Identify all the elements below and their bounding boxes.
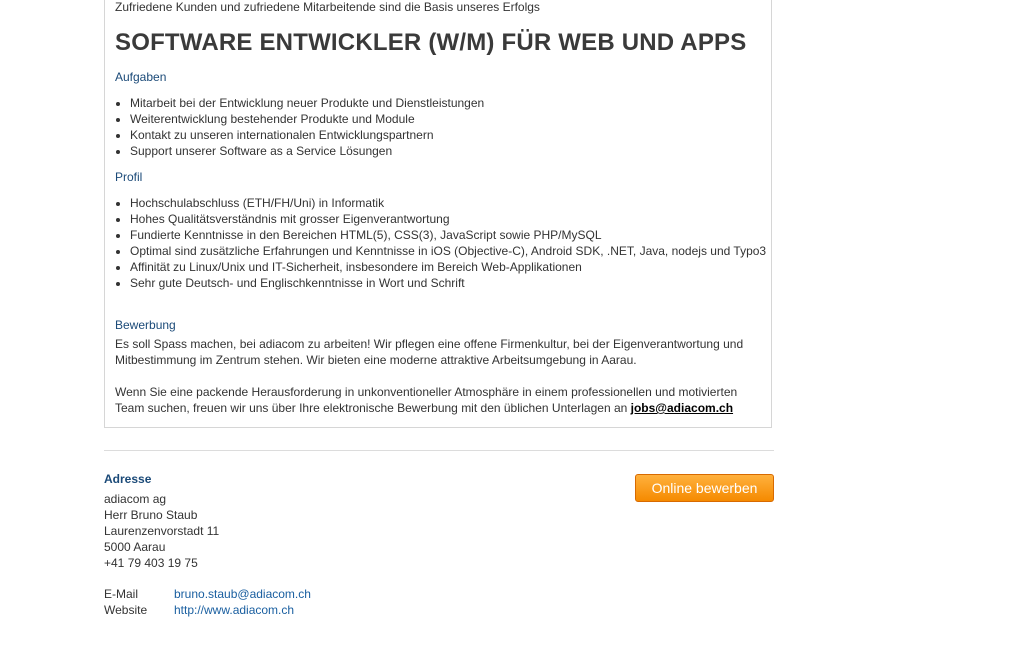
- contact-email-link[interactable]: bruno.staub@adiacom.ch: [174, 587, 311, 601]
- address-line: 5000 Aarau: [104, 540, 166, 554]
- address-line: adiacom ag: [104, 492, 167, 506]
- profile-list: Hochschulabschluss (ETH/FH/Uni) in Infor…: [115, 195, 770, 291]
- list-item: Support unserer Software as a Service Lö…: [130, 143, 770, 159]
- application-heading: Bewerbung: [115, 318, 176, 332]
- list-item: Kontakt zu unseren internationalen Entwi…: [130, 127, 770, 143]
- job-title: SOFTWARE ENTWICKLER (W/M) FÜR WEB UND AP…: [115, 29, 747, 56]
- website-label: Website: [104, 603, 148, 617]
- application-paragraph-2: Wenn Sie eine packende Herausforderung i…: [115, 384, 765, 416]
- list-item: Mitarbeit bei der Entwicklung neuer Prod…: [130, 95, 770, 111]
- application-paragraph-1: Es soll Spass machen, bei adiacom zu arb…: [115, 337, 744, 367]
- list-item: Sehr gute Deutsch- und Englischkenntniss…: [130, 275, 770, 291]
- list-item: Optimal sind zusätzliche Erfahrungen und…: [130, 243, 770, 259]
- list-item: Hochschulabschluss (ETH/FH/Uni) in Infor…: [130, 195, 770, 211]
- profile-heading: Profil: [115, 170, 143, 184]
- list-item: Affinität zu Linux/Unix und IT-Sicherhei…: [130, 259, 770, 275]
- address-phone: +41 79 403 19 75: [104, 556, 198, 570]
- address-line: Herr Bruno Staub: [104, 508, 198, 522]
- job-tagline: Zufriedene Kunden und zufriedene Mitarbe…: [115, 0, 540, 14]
- divider: [104, 450, 774, 451]
- list-item: Hohes Qualitätsverständnis mit grosser E…: [130, 211, 770, 227]
- address-line: Laurenzenvorstadt 11: [104, 524, 220, 538]
- tasks-heading: Aufgaben: [115, 70, 167, 84]
- list-item: Weiterentwicklung bestehender Produkte u…: [130, 111, 770, 127]
- list-item: Fundierte Kenntnisse in den Bereichen HT…: [130, 227, 770, 243]
- tasks-list: Mitarbeit bei der Entwicklung neuer Prod…: [115, 95, 770, 159]
- website-link[interactable]: http://www.adiacom.ch: [174, 603, 294, 617]
- address-heading: Adresse: [104, 472, 152, 486]
- online-apply-button[interactable]: Online bewerben: [635, 474, 774, 502]
- jobs-email-link[interactable]: jobs@adiacom.ch: [631, 401, 733, 415]
- email-label: E-Mail: [104, 587, 139, 601]
